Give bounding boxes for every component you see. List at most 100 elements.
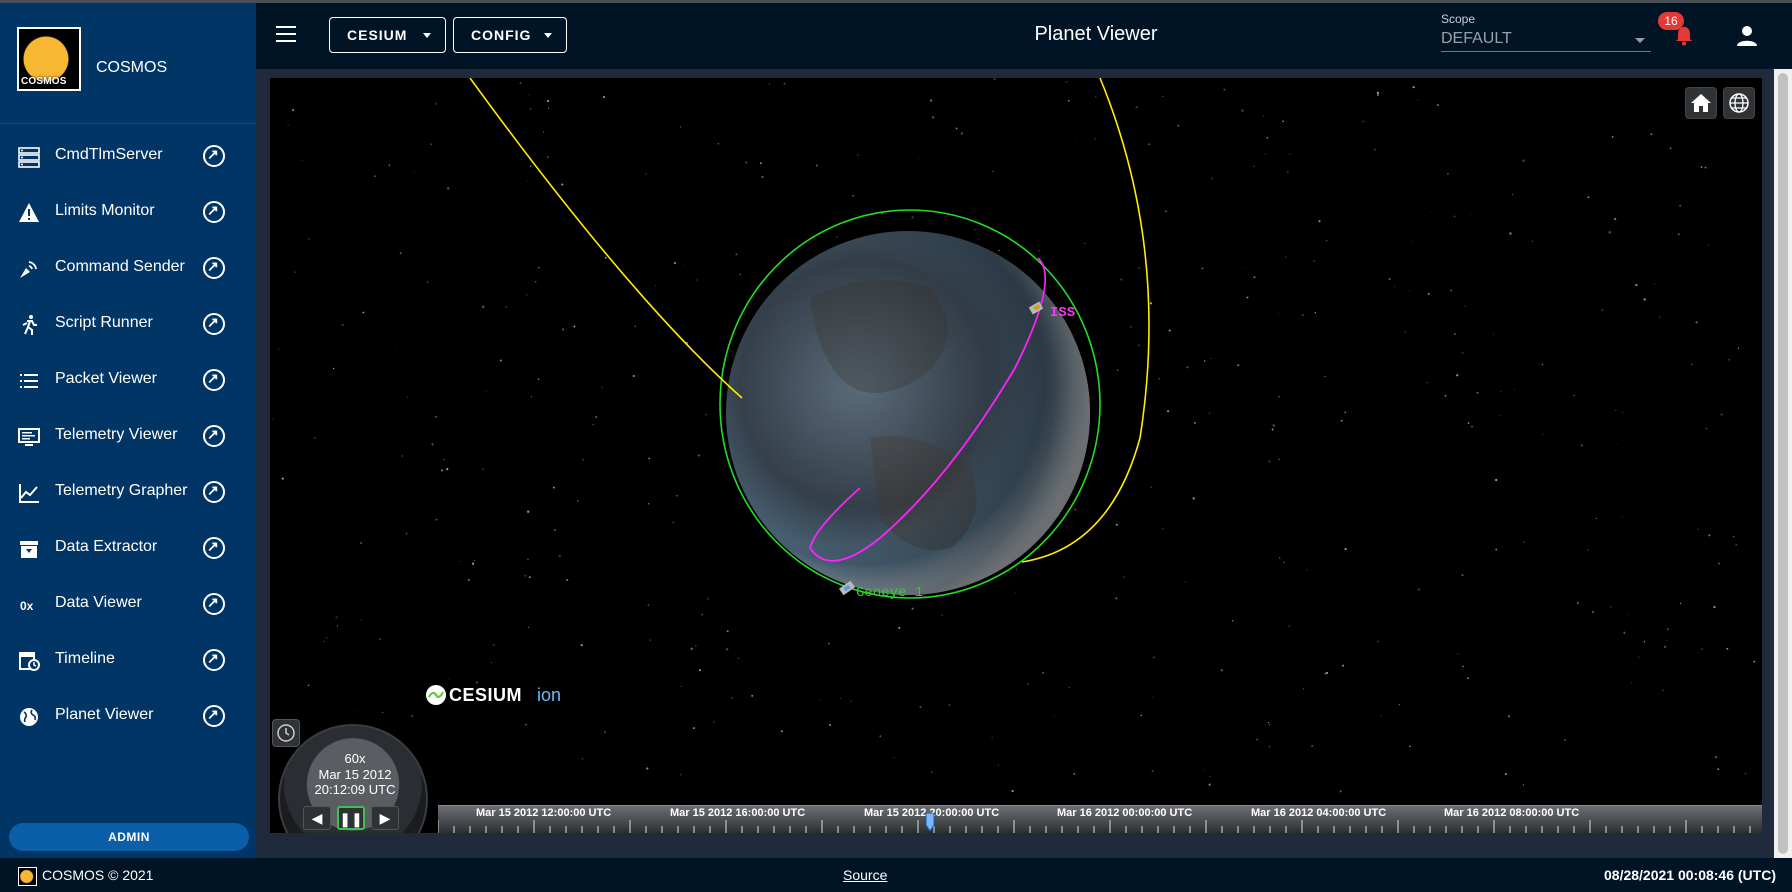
top-app-bar: CESIUM CONFIG Planet Viewer Scope DEFAUL… xyxy=(256,3,1792,69)
brand: COSMOS COSMOS xyxy=(0,3,256,124)
sidebar: COSMOS COSMOS CmdTlmServer Limits Monito… xyxy=(0,3,256,858)
iss-label: ISS xyxy=(1050,305,1075,321)
sidebar-item-data-viewer[interactable]: 0x Data Viewer xyxy=(0,576,256,632)
sidebar-item-cmdtlmserver[interactable]: CmdTlmServer xyxy=(0,128,256,184)
timeline-label: Mar 16 2012 08:00:00 UTC xyxy=(1444,807,1580,819)
animation-time: 20:12:09 UTC xyxy=(314,782,396,797)
list-icon xyxy=(18,370,40,392)
scene-mode-button[interactable] xyxy=(1723,87,1755,119)
sidebar-item-label: Data Viewer xyxy=(55,594,142,611)
footer-datetime: 08/28/2021 00:08:46 (UTC) xyxy=(1604,867,1776,883)
footer: COSMOS © 2021 Source 08/28/2021 00:08:46… xyxy=(0,858,1792,892)
yellow-orbit-left xyxy=(469,78,743,399)
cesium-viewer[interactable]: ISS Geoeye 1 60x Mar 15 2012 20:12:09 UT… xyxy=(270,78,1762,833)
source-link[interactable]: Source xyxy=(843,867,887,883)
monitor-icon xyxy=(18,426,40,448)
run-icon xyxy=(18,314,40,336)
chart-line-icon xyxy=(18,482,40,504)
sidebar-nav: CmdTlmServer Limits Monitor Command Send… xyxy=(0,128,256,744)
open-new-tab-icon[interactable] xyxy=(203,369,225,391)
main-content: ISS Geoeye 1 60x Mar 15 2012 20:12:09 UT… xyxy=(256,69,1774,858)
app-name: COSMOS xyxy=(96,59,168,76)
globe-scene[interactable]: ISS Geoeye 1 xyxy=(270,78,1762,833)
play-forward-icon[interactable]: ▶ xyxy=(371,806,399,830)
config-menu-label: CONFIG xyxy=(471,27,532,43)
globe-icon xyxy=(1729,93,1749,113)
open-new-tab-icon[interactable] xyxy=(203,201,225,223)
account-icon[interactable] xyxy=(1736,25,1758,47)
chevron-down-icon xyxy=(423,33,431,38)
cosmos-footer-logo xyxy=(18,867,37,886)
cesium-logo-icon xyxy=(426,685,446,705)
page-scrollbar[interactable] xyxy=(1774,69,1792,858)
admin-button[interactable]: ADMIN xyxy=(9,823,249,851)
chevron-down-icon xyxy=(544,33,552,38)
earth-shadow xyxy=(726,231,1090,595)
cesium-ion-logo[interactable]: CESIUM ion xyxy=(425,684,561,708)
open-new-tab-icon[interactable] xyxy=(203,649,225,671)
open-new-tab-icon[interactable] xyxy=(203,145,225,167)
sidebar-item-data-extractor[interactable]: Data Extractor xyxy=(0,520,256,576)
notification-badge: 16 xyxy=(1658,12,1684,30)
svg-text:0x: 0x xyxy=(20,599,34,613)
open-new-tab-icon[interactable] xyxy=(203,313,225,335)
pause-icon[interactable]: ❚❚ xyxy=(337,806,365,830)
sidebar-item-limits-monitor[interactable]: Limits Monitor xyxy=(0,184,256,240)
sidebar-item-label: Limits Monitor xyxy=(55,202,155,219)
timeline-label: Mar 15 2012 16:00:00 UTC xyxy=(670,807,806,819)
timeline[interactable]: Mar 15 2012 12:00:00 UTC Mar 15 2012 16:… xyxy=(438,805,1762,833)
sidebar-item-label: Telemetry Grapher xyxy=(55,482,188,499)
sidebar-item-label: Data Extractor xyxy=(55,538,158,555)
warning-icon xyxy=(18,202,40,224)
animation-date: Mar 15 2012 xyxy=(318,767,392,782)
hex-icon: 0x xyxy=(18,594,40,616)
sidebar-item-telemetry-grapher[interactable]: Telemetry Grapher xyxy=(0,464,256,520)
open-new-tab-icon[interactable] xyxy=(203,593,225,615)
open-new-tab-icon[interactable] xyxy=(203,257,225,279)
menu-icon[interactable] xyxy=(276,26,296,42)
sidebar-item-label: Script Runner xyxy=(55,314,153,331)
sidebar-item-script-runner[interactable]: Script Runner xyxy=(0,296,256,352)
server-icon xyxy=(18,146,40,168)
open-new-tab-icon[interactable] xyxy=(203,537,225,559)
sidebar-item-timeline[interactable]: Timeline xyxy=(0,632,256,688)
satellite-dish-icon xyxy=(18,258,40,280)
timeline-label: Mar 16 2012 04:00:00 UTC xyxy=(1251,807,1387,819)
cesium-menu-label: CESIUM xyxy=(347,27,408,43)
open-new-tab-icon[interactable] xyxy=(203,481,225,503)
sidebar-item-command-sender[interactable]: Command Sender xyxy=(0,240,256,296)
geoeye-label: Geoeye 1 xyxy=(856,585,923,601)
open-new-tab-icon[interactable] xyxy=(203,705,225,727)
home-icon xyxy=(1691,94,1711,112)
scrollbar-thumb[interactable] xyxy=(1778,73,1788,854)
timeline-ticks xyxy=(438,820,1751,833)
cesium-menu-button[interactable]: CESIUM xyxy=(329,17,446,53)
cosmos-logo: COSMOS xyxy=(17,27,81,91)
timeline-needle[interactable] xyxy=(925,813,935,833)
timeline-label: Mar 15 2012 12:00:00 UTC xyxy=(476,807,612,819)
sidebar-item-planet-viewer[interactable]: Planet Viewer xyxy=(0,688,256,744)
globe-icon xyxy=(18,706,40,728)
sidebar-item-packet-viewer[interactable]: Packet Viewer xyxy=(0,352,256,408)
scope-select-value: DEFAULT xyxy=(1441,30,1512,47)
animation-speed: 60x xyxy=(344,751,366,766)
sidebar-item-label: Packet Viewer xyxy=(55,370,157,387)
sidebar-item-telemetry-viewer[interactable]: Telemetry Viewer xyxy=(0,408,256,464)
config-menu-button[interactable]: CONFIG xyxy=(453,17,567,53)
scope-label: Scope xyxy=(1441,12,1476,26)
cesium-brand-text: CESIUM xyxy=(449,685,523,705)
sidebar-item-label: Telemetry Viewer xyxy=(55,426,178,443)
archive-icon xyxy=(18,538,40,560)
scope-select[interactable]: DEFAULT xyxy=(1441,30,1651,52)
footer-copyright: COSMOS © 2021 xyxy=(42,867,154,883)
open-new-tab-icon[interactable] xyxy=(203,425,225,447)
home-view-button[interactable] xyxy=(1685,87,1717,119)
app-root: COSMOS COSMOS CmdTlmServer Limits Monito… xyxy=(0,0,1792,892)
timeline-label: Mar 16 2012 00:00:00 UTC xyxy=(1057,807,1193,819)
sidebar-item-label: Command Sender xyxy=(55,258,185,275)
play-reverse-icon[interactable]: ◀ xyxy=(303,806,331,830)
sidebar-item-label: Timeline xyxy=(55,650,115,667)
calendar-clock-icon xyxy=(18,650,40,672)
clock-icon[interactable] xyxy=(272,719,300,747)
chevron-down-icon xyxy=(1635,38,1645,43)
